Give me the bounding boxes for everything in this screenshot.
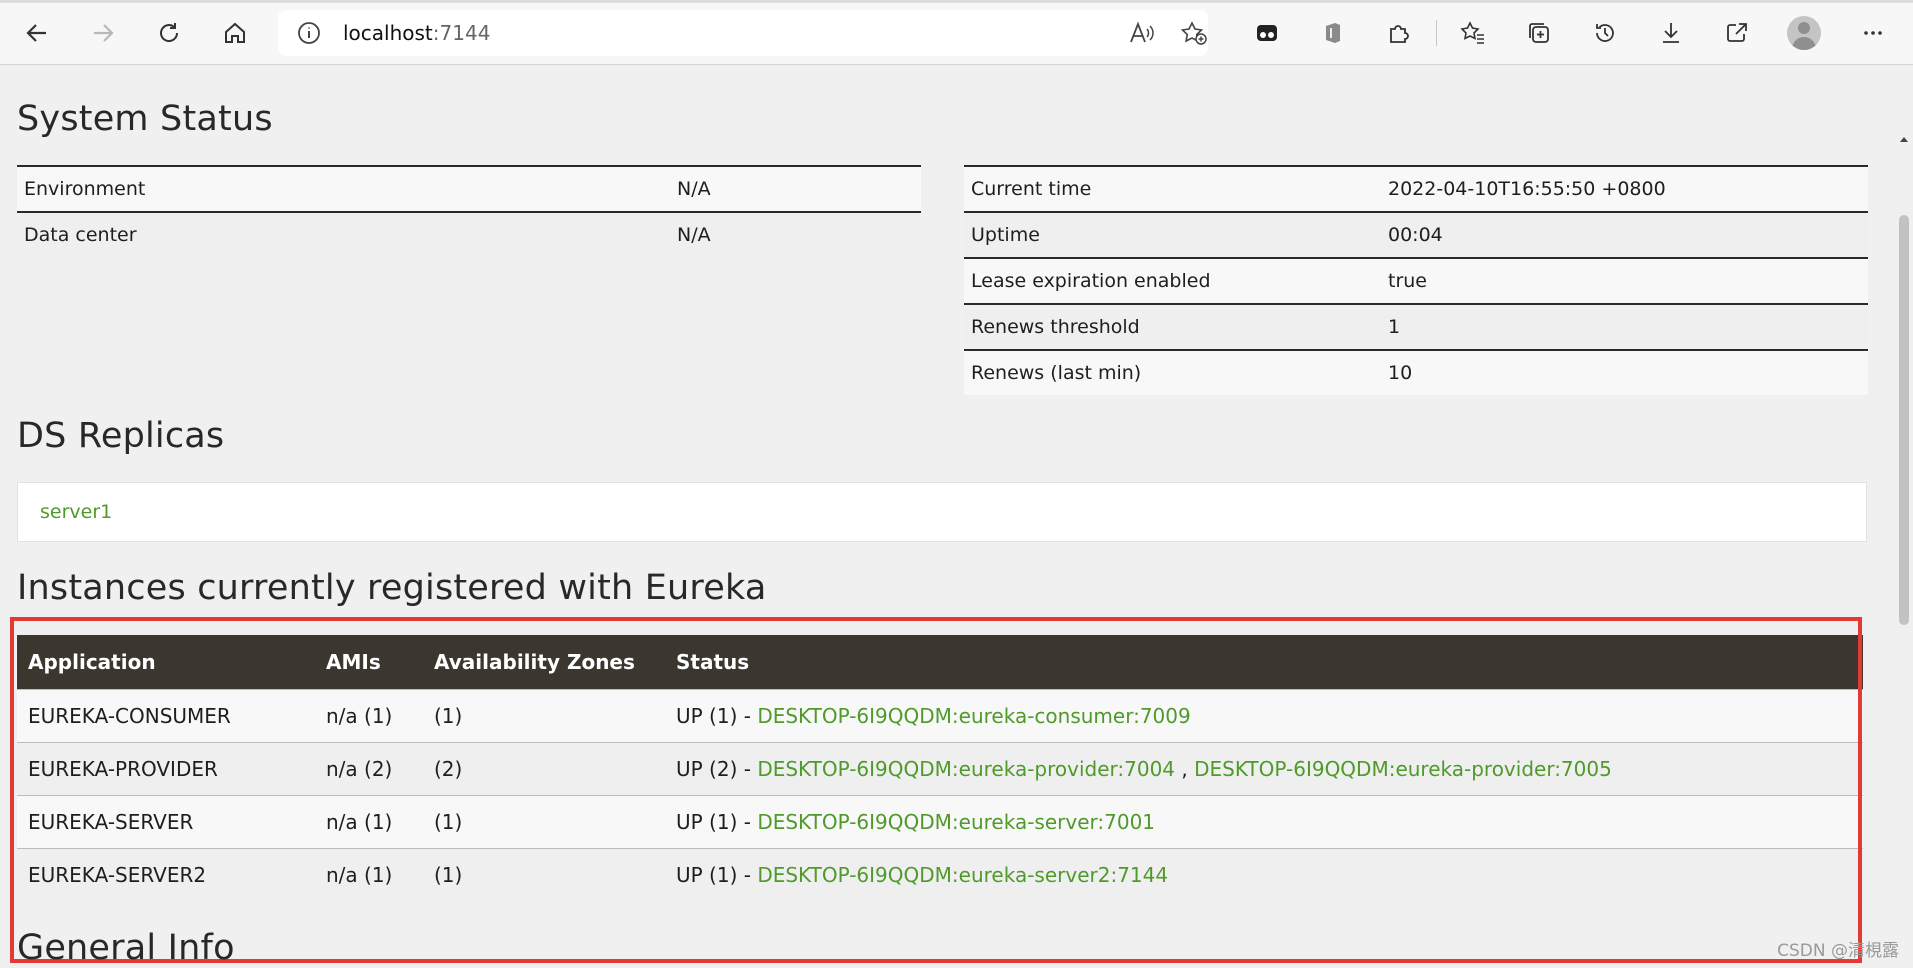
avatar-body [1792, 37, 1816, 50]
share-icon [1727, 23, 1747, 42]
forward-arrow-icon [94, 24, 114, 42]
history-button[interactable] [1586, 14, 1624, 52]
system-status-left-table: Environment N/A Data center N/A [17, 165, 921, 257]
avatar-head [1798, 22, 1810, 34]
home-icon [225, 22, 245, 43]
replica-link[interactable]: server1 [40, 501, 112, 523]
toolbar-separator [1436, 20, 1437, 46]
url-text: localhost:7144 [343, 21, 491, 45]
ds-replicas-list: server1 [17, 482, 1867, 542]
status-value: 1 [1388, 316, 1401, 338]
status-label: Data center [24, 224, 137, 246]
tab-strip-edge [0, 0, 1913, 3]
extension-button[interactable] [1248, 14, 1286, 52]
status-label: Uptime [971, 224, 1040, 246]
office-button[interactable] [1314, 14, 1352, 52]
table-row: Current time 2022-04-10T16:55:50 +0800 [964, 166, 1868, 212]
status-value: N/A [677, 224, 711, 246]
scrollbar-thumb[interactable] [1899, 215, 1909, 625]
status-label: Environment [24, 178, 146, 200]
status-label: Renews threshold [971, 316, 1140, 338]
vertical-scrollbar[interactable] [1895, 65, 1913, 968]
read-aloud-icon [1130, 21, 1154, 43]
watermark-text: CSDN @清梘露 [1777, 941, 1899, 961]
refresh-icon [160, 23, 179, 42]
favorites-button[interactable] [1454, 14, 1492, 52]
refresh-button[interactable] [150, 14, 188, 52]
puzzle-icon [1390, 25, 1409, 43]
table-row: Uptime 00:04 [964, 212, 1868, 258]
general-info-title: General Info [17, 928, 235, 968]
site-info-icon [298, 22, 320, 44]
table-row: Data center N/A [17, 212, 921, 257]
system-status-title: System Status [17, 99, 273, 139]
back-arrow-icon [26, 24, 46, 42]
forward-button[interactable] [84, 14, 122, 52]
extension-mask-icon [1257, 25, 1277, 41]
address-bar[interactable]: localhost:7144 [278, 10, 1208, 56]
annotation-highlight-box [10, 617, 1862, 963]
collections-button[interactable] [1520, 14, 1558, 52]
table-row: Lease expiration enabled true [964, 258, 1868, 304]
collections-icon [1529, 23, 1549, 43]
eureka-dashboard: System Status Environment N/A Data cente… [0, 65, 1913, 968]
profile-avatar[interactable] [1787, 16, 1821, 50]
favorites-icon [1460, 21, 1484, 44]
downloads-button[interactable] [1652, 14, 1690, 52]
download-icon [1663, 23, 1679, 43]
status-label: Renews (last min) [971, 362, 1142, 384]
status-label: Lease expiration enabled [971, 270, 1211, 292]
add-favorite-icon [1180, 21, 1207, 45]
instances-title: Instances currently registered with Eure… [17, 568, 767, 608]
browser-toolbar: localhost:7144 [0, 0, 1913, 65]
status-value: 00:04 [1388, 224, 1443, 246]
extensions-button[interactable] [1380, 14, 1418, 52]
status-label: Current time [971, 178, 1092, 200]
status-value: N/A [677, 178, 711, 200]
scroll-up-arrow-icon [1900, 137, 1908, 142]
share-button[interactable] [1718, 14, 1756, 52]
status-value: true [1388, 270, 1427, 292]
more-menu-button[interactable] [1854, 14, 1892, 52]
system-status-right-table: Current time 2022-04-10T16:55:50 +0800 U… [964, 165, 1868, 395]
history-icon [1596, 24, 1614, 42]
office-icon [1326, 23, 1340, 43]
status-value: 2022-04-10T16:55:50 +0800 [1388, 178, 1666, 200]
ds-replicas-title: DS Replicas [17, 416, 225, 456]
table-row: Renews threshold 1 [964, 304, 1868, 350]
table-row: Renews (last min) 10 [964, 350, 1868, 395]
more-dots-icon [1864, 31, 1882, 35]
home-button[interactable] [216, 14, 254, 52]
table-row: Environment N/A [17, 166, 921, 212]
status-value: 10 [1388, 362, 1413, 384]
back-button[interactable] [18, 14, 56, 52]
